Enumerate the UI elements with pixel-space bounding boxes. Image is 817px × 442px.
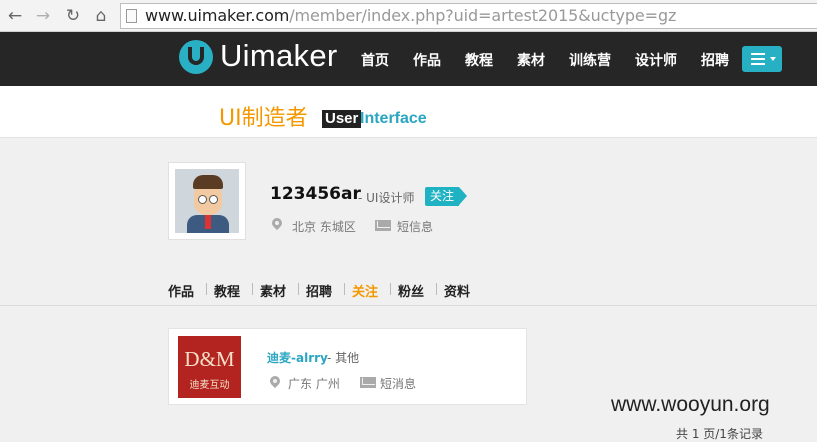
location-pin-icon (267, 373, 283, 390)
url-host: www.uimaker.com (145, 6, 290, 25)
nav-item-home[interactable]: 首页 (361, 50, 389, 70)
avatar[interactable] (168, 162, 246, 240)
following-logo-text: D&M (184, 347, 235, 371)
nav-item-jobs[interactable]: 招聘 (701, 50, 729, 70)
nav-item-training[interactable]: 训练营 (569, 50, 611, 70)
address-bar[interactable]: www.uimaker.com/member/index.php?uid=art… (120, 3, 817, 29)
page-icon (126, 9, 137, 23)
nav-item-works[interactable]: 作品 (413, 50, 441, 70)
following-card: D&M 迪麦互动 迪麦-alrry - 其他 广东 广州 短消息 (168, 328, 527, 405)
tab-works[interactable]: 作品 (168, 281, 194, 300)
profile-username: 123456ar (270, 184, 361, 204)
caret-down-icon (770, 57, 776, 61)
tagline-band: UI制造者 User Interface (0, 86, 817, 138)
site-header: Uimaker 首页 作品 教程 素材 训练营 设计师 招聘 (0, 32, 817, 86)
tagline-cn: UI制造者 (219, 106, 308, 131)
tab-materials[interactable]: 素材 (260, 281, 286, 300)
profile-message-link[interactable]: 短信息 (397, 218, 433, 235)
tab-divider (390, 283, 391, 295)
browser-toolbar: ← → ↻ ⌂ www.uimaker.com/member/index.php… (0, 0, 817, 32)
mail-icon[interactable] (360, 377, 376, 388)
forward-arrow-icon[interactable]: → (32, 5, 54, 27)
tab-divider (252, 283, 253, 295)
mail-icon[interactable] (375, 220, 391, 231)
address-url[interactable]: www.uimaker.com/member/index.php?uid=art… (145, 6, 676, 25)
menu-list-icon (751, 53, 765, 65)
tab-following[interactable]: 关注 (352, 281, 378, 300)
menu-button[interactable] (742, 46, 782, 72)
tagline-user: User (322, 110, 362, 128)
following-logo-subtext: 迪麦互动 (189, 380, 230, 391)
following-name-link[interactable]: 迪麦-alrry (267, 349, 328, 366)
profile-location: 北京 东城区 (292, 220, 356, 234)
tab-profile-info[interactable]: 资料 (444, 281, 470, 300)
follow-button[interactable]: 关注 (425, 187, 468, 206)
home-icon[interactable]: ⌂ (90, 5, 112, 27)
avatar-image (175, 169, 239, 233)
tab-jobs[interactable]: 招聘 (306, 281, 332, 300)
following-category: - 其他 (327, 351, 360, 365)
nav-item-designers[interactable]: 设计师 (635, 50, 677, 70)
url-path: /member/index.php?uid=artest2015&uctype=… (289, 6, 677, 25)
nav-item-tutorials[interactable]: 教程 (465, 50, 493, 70)
logo-text[interactable]: Uimaker (220, 38, 338, 74)
back-arrow-icon[interactable]: ← (4, 5, 26, 27)
nav-item-materials[interactable]: 素材 (517, 50, 545, 70)
reload-icon[interactable]: ↻ (62, 5, 84, 27)
tab-divider (436, 283, 437, 295)
following-avatar[interactable]: D&M 迪麦互动 (178, 336, 241, 398)
tab-divider (344, 283, 345, 295)
tab-divider (298, 283, 299, 295)
tagline-interface: Interface (360, 110, 427, 127)
tab-fans[interactable]: 粉丝 (398, 281, 424, 300)
following-location: 广东 广州 (288, 377, 340, 391)
location-pin-icon (269, 215, 285, 232)
follow-label: 关注 (425, 187, 459, 206)
watermark: www.wooyun.org (611, 393, 770, 416)
pagination-count: 共 1 页/1条记录 (676, 427, 763, 441)
profile-role: - UI设计师 (358, 191, 415, 205)
uimaker-logo-icon[interactable] (179, 40, 213, 74)
tab-tutorials[interactable]: 教程 (214, 281, 240, 300)
profile-tabs: 作品 教程 素材 招聘 关注 粉丝 资料 (0, 270, 817, 306)
tab-divider (206, 283, 207, 295)
following-message-link[interactable]: 短消息 (380, 375, 416, 392)
